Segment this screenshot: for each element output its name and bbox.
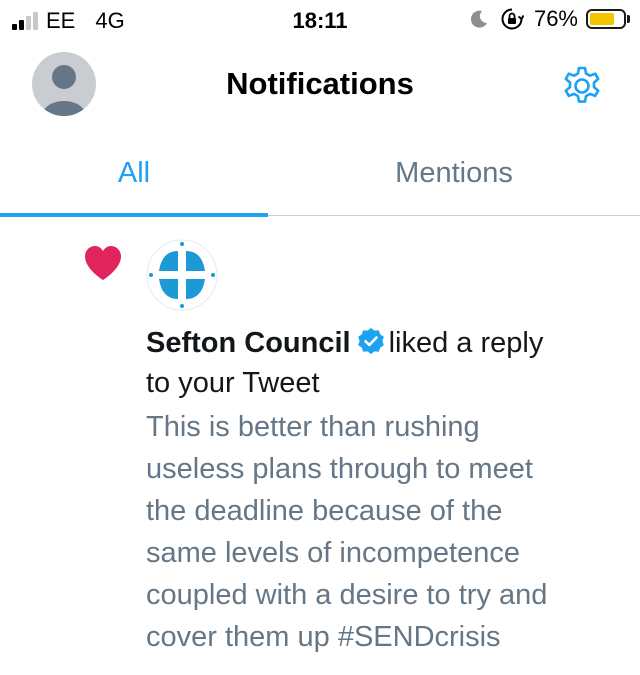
status-bar: EE 4G 18:11 76% [0,0,640,44]
orientation-lock-icon [501,8,524,30]
sefton-council-logo-icon [146,239,218,311]
tab-bar: All Mentions [0,140,640,217]
sender-name[interactable]: Sefton Council [146,327,351,359]
notification-item[interactable]: Sefton Council liked a reply to your Twee… [0,217,640,675]
tab-all[interactable]: All [0,140,268,216]
settings-button[interactable] [560,64,604,108]
notification-content: Sefton Council liked a reply to your Twee… [146,323,626,658]
tweet-text: This is better than rushing useless plan… [146,411,548,653]
notification-action-target: to your Tweet [146,367,320,399]
notification-headline: Sefton Council liked a reply to your Twee… [146,323,626,403]
verified-badge-icon [357,328,384,354]
page-title: Notifications [226,66,414,101]
battery-fill [590,13,615,25]
heart-icon [85,246,121,280]
notification-action-text: liked a reply [388,327,544,359]
sender-avatar[interactable] [146,239,218,311]
battery-percentage: 76% [533,6,578,31]
header: Notifications [0,44,640,124]
moon-icon [470,10,487,28]
status-right: 76% [468,6,630,32]
tab-mentions[interactable]: Mentions [320,140,588,216]
gear-icon [564,66,600,103]
battery-icon [586,9,630,29]
